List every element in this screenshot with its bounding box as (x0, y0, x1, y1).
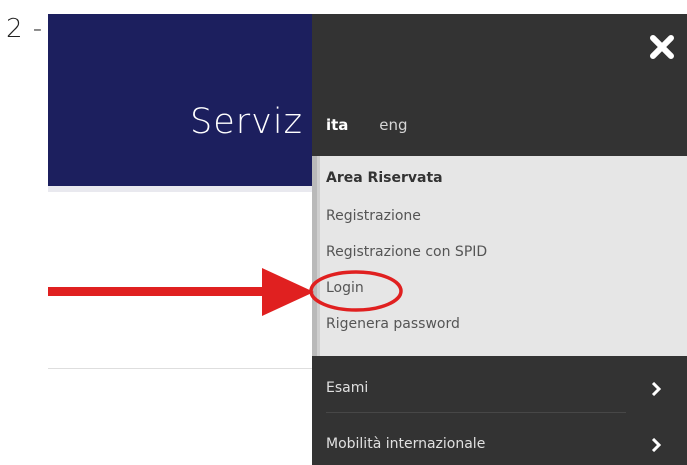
menu-item-esami[interactable]: Esami (312, 368, 687, 410)
area-riservata-title: Area Riservata (326, 170, 443, 186)
menu-item-mobilita[interactable]: Mobilità internazionale (312, 424, 687, 465)
menu-item-label: Mobilità internazionale (326, 436, 486, 452)
area-riservata-submenu: Area Riservata Registrazione Registrazio… (312, 156, 687, 356)
chevron-right-icon (651, 382, 661, 396)
registrazione-link[interactable]: Registrazione (326, 208, 421, 224)
menu-item-label: Esami (326, 380, 369, 396)
registrazione-spid-link[interactable]: Registrazione con SPID (326, 244, 487, 260)
content-divider (48, 368, 318, 369)
login-link[interactable]: Login (326, 280, 364, 296)
lang-ita-link[interactable]: ita (326, 116, 348, 134)
chevron-right-icon (651, 438, 661, 452)
language-switcher: ita eng (326, 116, 433, 134)
step-label: 2 - (6, 14, 44, 44)
submenu-scrollbar[interactable] (312, 156, 317, 356)
site-title: Serviz (190, 102, 303, 142)
side-menu-panel: ita eng Area Riservata Registrazione Reg… (312, 14, 687, 465)
close-x-icon (650, 35, 674, 59)
close-menu-button[interactable] (649, 34, 675, 60)
menu-divider (326, 412, 626, 413)
browser-viewport: Serviz ita eng Area Riservata Registrazi… (48, 14, 687, 465)
lang-eng-link[interactable]: eng (379, 116, 407, 134)
rigenera-password-link[interactable]: Rigenera password (326, 316, 460, 332)
